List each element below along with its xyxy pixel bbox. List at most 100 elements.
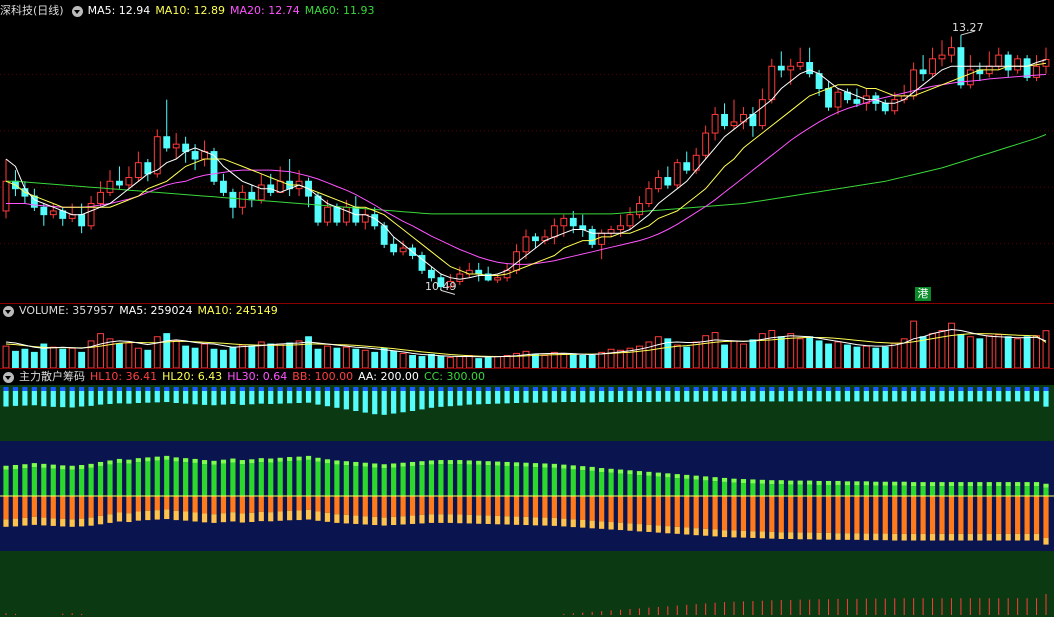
hl30-bar xyxy=(1033,486,1040,496)
hl30-bar xyxy=(97,465,104,496)
bb-bar xyxy=(721,496,728,531)
candle-body xyxy=(163,136,171,149)
cc-bar xyxy=(334,514,340,523)
volume-bar xyxy=(134,347,142,368)
volume-bar xyxy=(229,346,237,368)
hl30-cap xyxy=(882,481,888,486)
hl10-bar xyxy=(447,391,453,407)
hl30-bar xyxy=(740,483,747,496)
hl30-bar xyxy=(1015,486,1021,496)
volume-bar xyxy=(390,350,398,368)
hl30-cap xyxy=(929,482,936,487)
volume-bar xyxy=(87,340,95,368)
hl-top-cap xyxy=(513,387,520,391)
bb-bar xyxy=(929,496,936,534)
hl30-bar xyxy=(230,462,236,496)
cc-bar xyxy=(400,516,406,525)
hl-top-cap xyxy=(60,387,66,391)
cc-bar xyxy=(646,524,652,532)
price-chart[interactable] xyxy=(0,0,1054,305)
volume-bar xyxy=(853,346,861,368)
hl30-cap xyxy=(419,461,425,466)
bb-bar xyxy=(154,496,160,511)
hl30-bar xyxy=(287,461,293,496)
candle-body xyxy=(881,102,889,112)
hl-top-cap xyxy=(759,387,765,391)
bb-bar xyxy=(882,496,888,534)
bb-bar xyxy=(617,496,624,523)
hl10-bar xyxy=(391,391,397,414)
volume-bar xyxy=(163,333,171,368)
hl-top-cap xyxy=(542,387,548,391)
cc-bar xyxy=(873,533,879,541)
volume-bar xyxy=(267,343,275,368)
hl10-bar xyxy=(646,391,652,403)
hl-top-cap xyxy=(466,387,472,391)
volume-bar xyxy=(995,334,1003,368)
volume-bar xyxy=(844,344,851,368)
hl-top-cap xyxy=(740,387,747,391)
volume-ma10-legend: MA10: 245149 xyxy=(197,304,278,317)
indicator-chart[interactable] xyxy=(0,369,1054,617)
hl-top-cap xyxy=(1033,387,1040,391)
bb-bar xyxy=(372,496,378,517)
hl30-bar xyxy=(485,465,491,496)
hl10-legend: HL10: 36.41 xyxy=(90,370,158,383)
hl10-bar xyxy=(315,391,321,405)
hl10-bar xyxy=(60,391,66,408)
hl30-cap xyxy=(230,458,236,463)
bb-bar xyxy=(873,496,879,534)
chevron-down-icon[interactable] xyxy=(71,5,83,17)
hl30-cap xyxy=(542,463,548,468)
cc-bar xyxy=(674,526,680,534)
hl30-bar xyxy=(825,484,832,496)
candle-body xyxy=(229,191,237,208)
hl-top-cap xyxy=(88,387,94,391)
hl30-cap xyxy=(409,461,416,466)
hl-top-cap xyxy=(769,387,775,391)
cc-bar xyxy=(986,533,992,541)
hl-top-cap xyxy=(296,387,302,391)
hl10-bar xyxy=(1024,391,1030,402)
hl30-cap xyxy=(854,481,860,486)
hl30-cap xyxy=(466,460,472,465)
chevron-down-icon[interactable] xyxy=(3,305,14,317)
hl-top-cap xyxy=(570,387,576,391)
hl30-bar xyxy=(362,466,368,496)
hl30-bar xyxy=(674,478,680,496)
cc-bar xyxy=(996,533,1002,541)
hl30-cap xyxy=(239,460,245,465)
hl10-bar xyxy=(220,391,227,405)
bb-bar xyxy=(192,496,198,513)
bb-bar xyxy=(476,496,482,516)
hl-top-cap xyxy=(835,387,841,391)
bb-bar xyxy=(381,496,387,518)
hl30-cap xyxy=(324,459,331,464)
candle-body xyxy=(68,214,76,219)
hl-top-cap xyxy=(457,387,463,391)
hl30-bar xyxy=(3,469,9,496)
hl10-bar xyxy=(750,391,756,402)
bb-bar xyxy=(1024,496,1030,534)
candle-body xyxy=(238,191,246,208)
bb-bar xyxy=(447,496,453,515)
cc-bar xyxy=(258,511,264,522)
bb-bar xyxy=(835,496,841,534)
hl10-bar xyxy=(854,391,860,402)
candle-body xyxy=(702,132,710,156)
chevron-down-icon[interactable] xyxy=(3,371,14,383)
hl10-bar xyxy=(353,391,359,411)
candle-body xyxy=(626,214,634,227)
volume-bar xyxy=(1014,338,1022,368)
hl-top-cap xyxy=(249,387,255,391)
hk-connect-badge[interactable]: 港 xyxy=(915,287,931,301)
cc-bar xyxy=(636,524,643,532)
volume-bar xyxy=(352,348,360,368)
volume-bar xyxy=(494,356,502,368)
hl30-bar xyxy=(901,485,907,496)
hl-top-cap xyxy=(438,387,444,391)
hl30-cap xyxy=(684,474,690,479)
volume-bar xyxy=(777,336,785,368)
cc-bar xyxy=(277,511,283,521)
hl10-bar xyxy=(305,391,312,403)
